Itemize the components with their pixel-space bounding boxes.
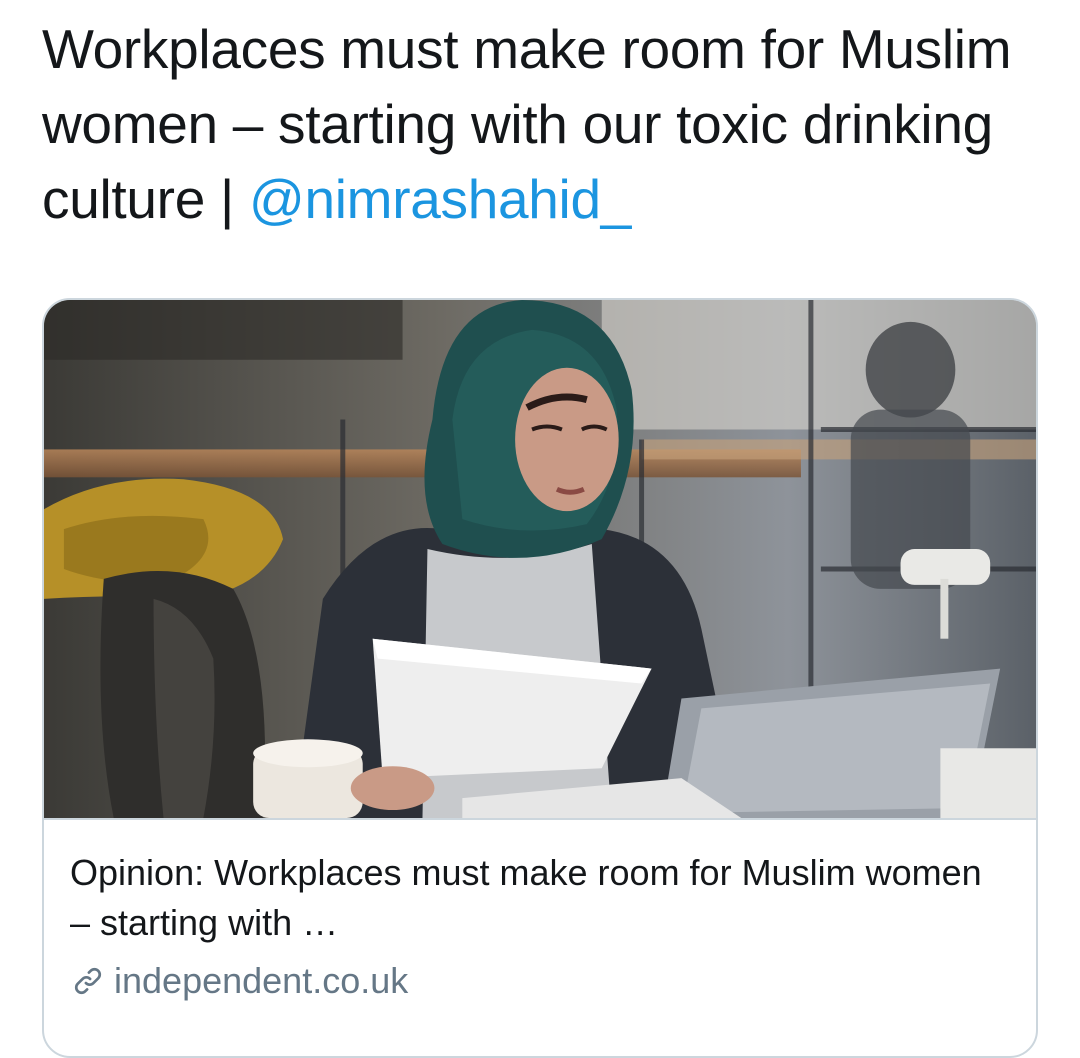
card-domain[interactable]: independent.co.uk xyxy=(70,956,1010,1006)
card-domain-label: independent.co.uk xyxy=(114,960,409,1001)
mention-link[interactable]: @nimrashahid_ xyxy=(249,168,631,230)
card-image[interactable] xyxy=(44,300,1036,820)
link-icon xyxy=(70,963,106,999)
card-title[interactable]: Opinion: Workplaces must make room for M… xyxy=(70,848,1010,948)
link-preview-card[interactable]: Opinion: Workplaces must make room for M… xyxy=(42,298,1038,1058)
tweet-text: Workplaces must make room for Muslim wom… xyxy=(42,12,1052,237)
card-body: Opinion: Workplaces must make room for M… xyxy=(70,848,1010,1006)
